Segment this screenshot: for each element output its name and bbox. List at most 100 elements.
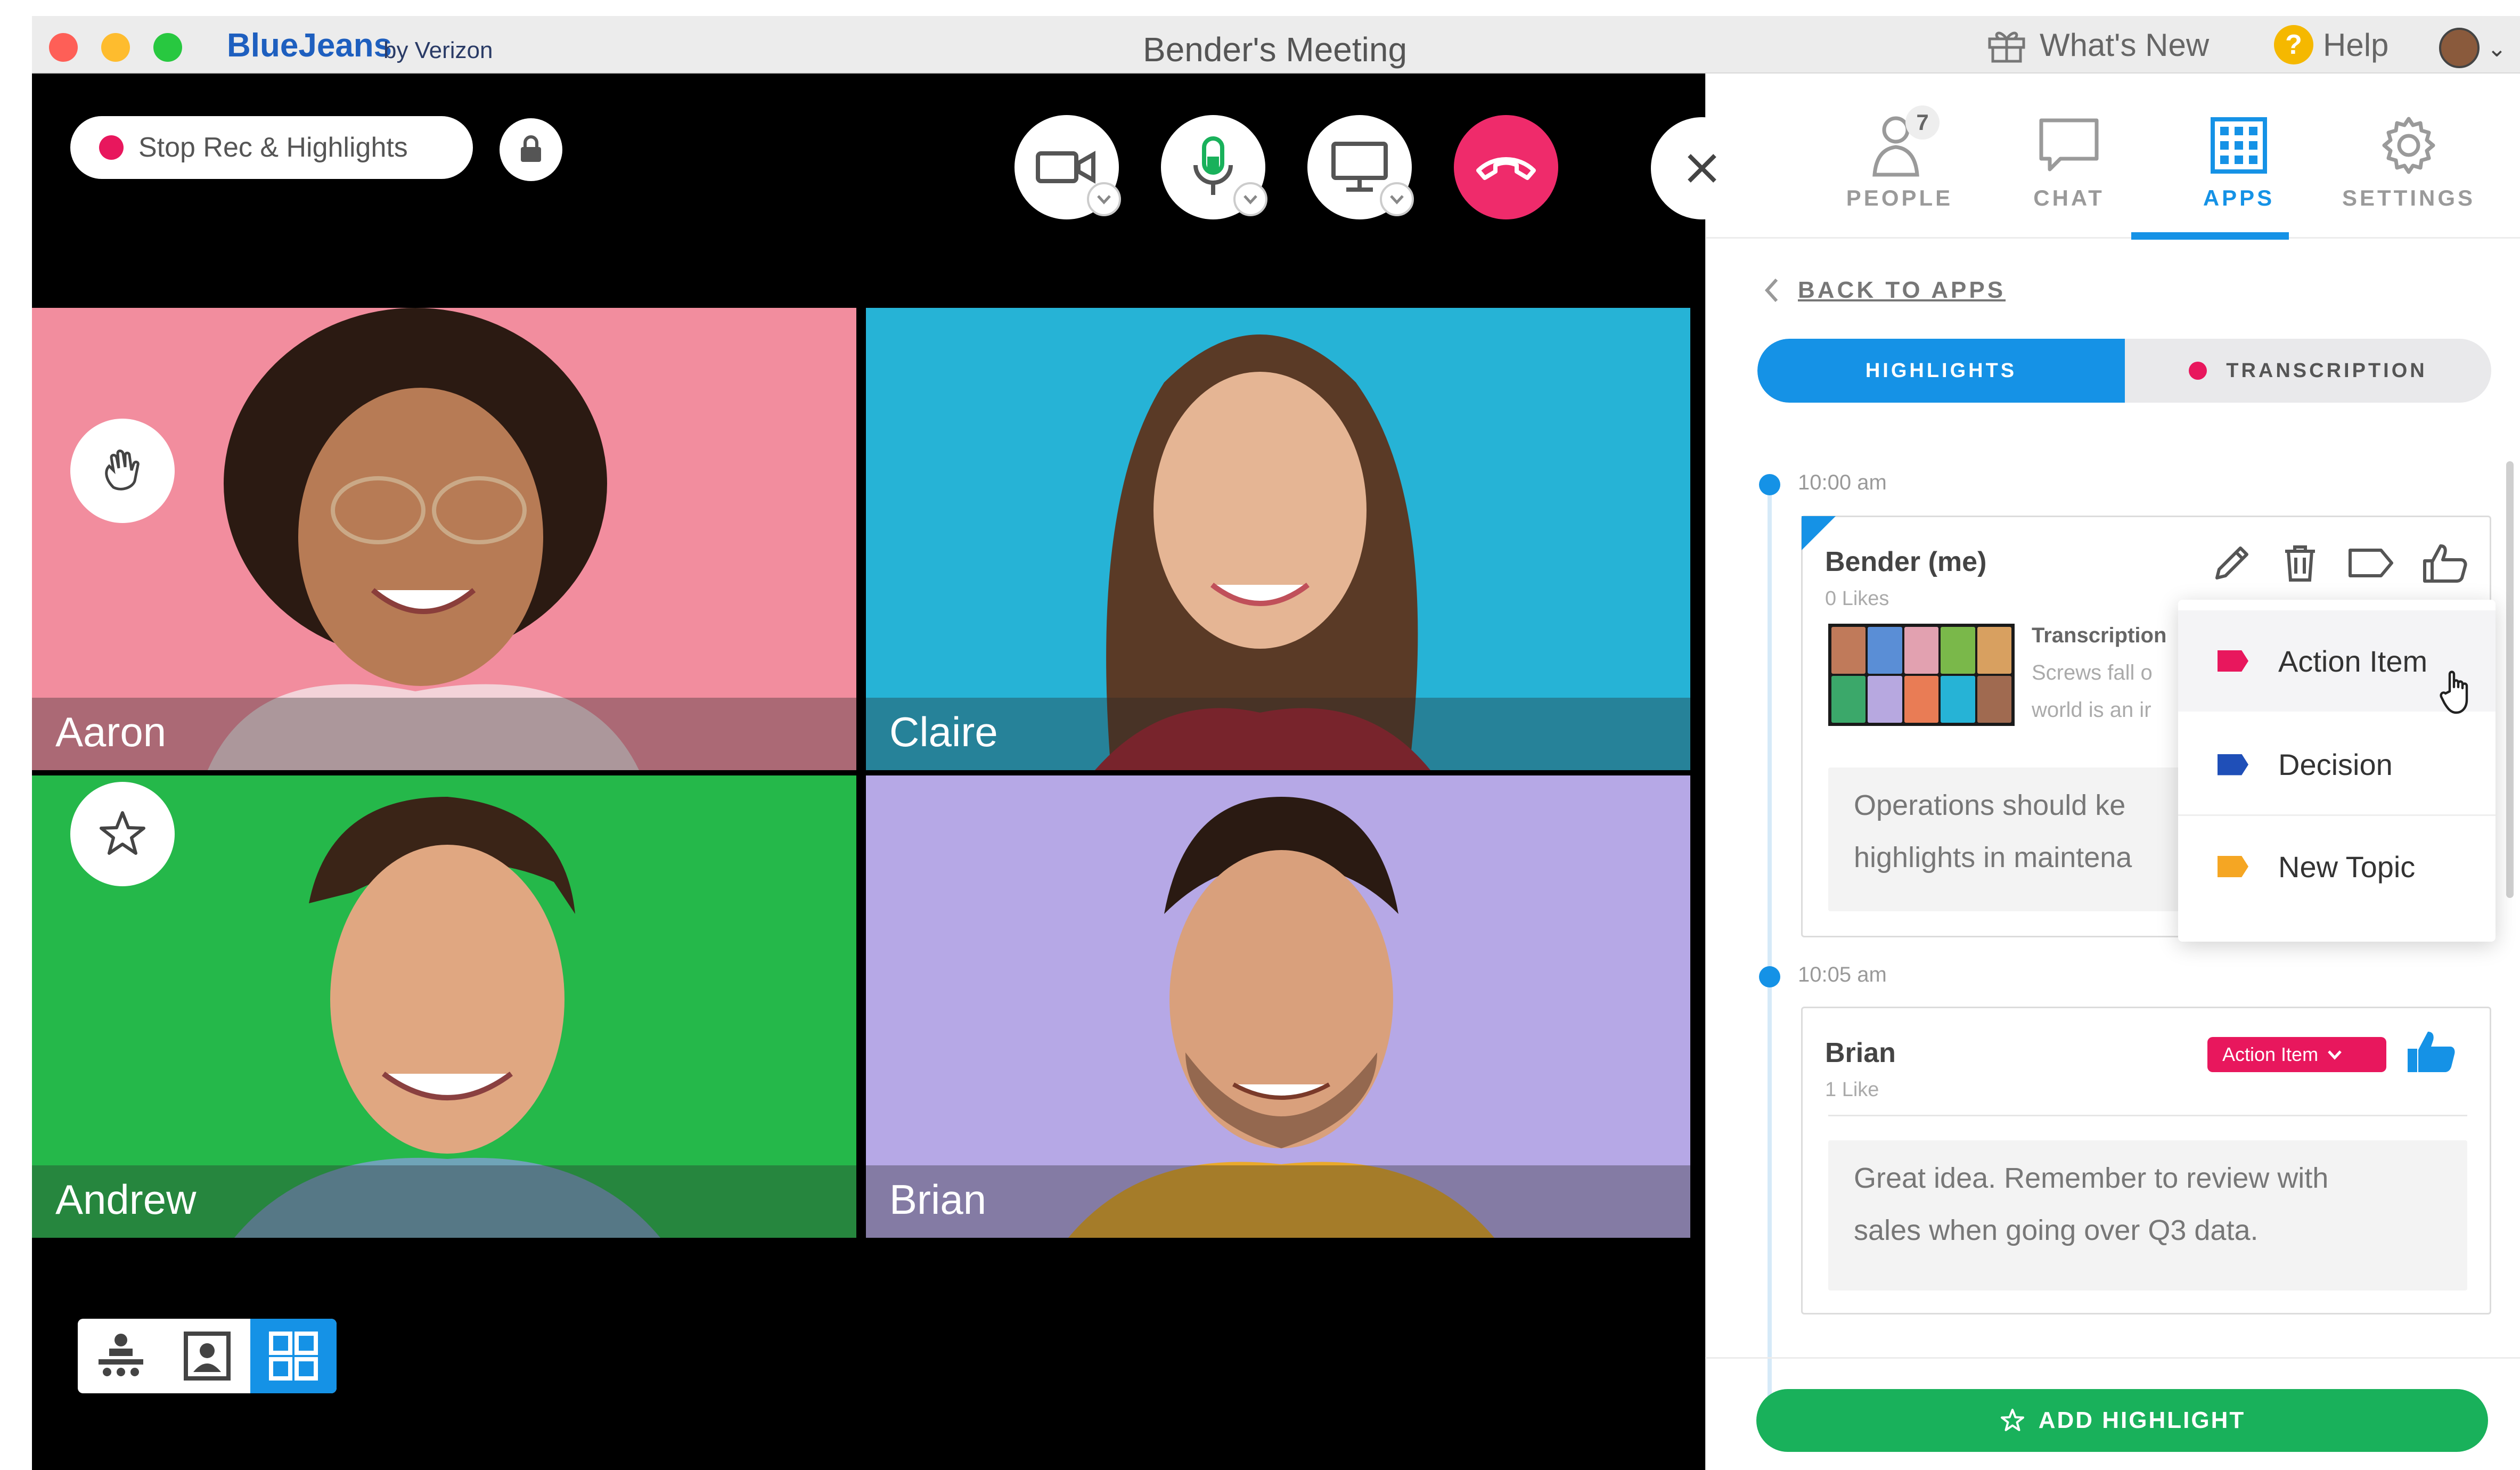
video-tile[interactable]: Aaron bbox=[32, 308, 856, 770]
thumbs-up-filled-icon[interactable] bbox=[2404, 1027, 2458, 1075]
microphone-icon bbox=[1193, 136, 1233, 195]
record-dot-icon bbox=[2189, 362, 2207, 380]
camera-icon bbox=[1036, 151, 1095, 184]
user-avatar[interactable] bbox=[2439, 28, 2480, 68]
active-tab-indicator bbox=[2131, 232, 2289, 240]
participant-name: Andrew bbox=[55, 1176, 197, 1223]
transcript-thumbnail bbox=[1828, 624, 2015, 726]
highlight-author: Bender (me) bbox=[1825, 546, 1987, 577]
back-to-apps-link[interactable]: BACK TO APPS bbox=[1764, 277, 2006, 304]
stop-recording-button[interactable]: Stop Rec & Highlights bbox=[70, 116, 473, 179]
tag-icon[interactable] bbox=[2347, 542, 2395, 584]
chat-icon bbox=[2039, 118, 2099, 172]
highlight-time: 10:05 am bbox=[1798, 963, 1887, 986]
highlight-text: Great idea. Remember to review with sale… bbox=[1828, 1140, 2467, 1291]
action-item-tag[interactable]: Action Item bbox=[2207, 1037, 2386, 1072]
participant-name: Aaron bbox=[55, 708, 167, 755]
highlight-author: Brian bbox=[1825, 1038, 1896, 1068]
apps-grid-icon bbox=[2211, 117, 2267, 174]
tag-menu-item-new-topic[interactable]: New Topic bbox=[2178, 816, 2496, 917]
layout-switcher bbox=[78, 1319, 337, 1393]
timeline-line bbox=[1768, 484, 1772, 1410]
whats-new-label: What's New bbox=[2040, 27, 2210, 63]
video-tile[interactable]: Claire bbox=[866, 308, 1690, 770]
tag-menu-label: Decision bbox=[2278, 748, 2393, 781]
trash-icon[interactable] bbox=[2279, 542, 2321, 584]
highlight-likes: 1 Like bbox=[1825, 1079, 1879, 1101]
segment-transcription[interactable]: TRANSCRIPTION bbox=[2125, 339, 2491, 403]
tag-menu-item-decision[interactable]: Decision bbox=[2178, 715, 2496, 816]
window-title: Bender's Meeting bbox=[1143, 30, 1408, 69]
gear-icon bbox=[2382, 117, 2435, 174]
tab-chat[interactable]: CHAT bbox=[1992, 105, 2146, 211]
participant-name: Claire bbox=[889, 708, 998, 755]
stop-recording-label: Stop Rec & Highlights bbox=[138, 132, 408, 163]
microphone-options-button[interactable] bbox=[1233, 182, 1267, 216]
speaker-view-icon bbox=[184, 1332, 231, 1381]
highlights-segment-control: HIGHLIGHTS TRANSCRIPTION bbox=[1757, 339, 2491, 403]
microphone-button[interactable] bbox=[1161, 115, 1267, 219]
tab-people[interactable]: 7 PEOPLE bbox=[1822, 105, 1977, 211]
star-icon bbox=[2000, 1409, 2024, 1431]
screen-share-button[interactable] bbox=[1307, 115, 1414, 219]
transcript-title: Transcription bbox=[2032, 624, 2167, 647]
panel-tabs: 7 PEOPLE CHAT APPS SETTINGS bbox=[1706, 74, 2520, 240]
tab-people-label: PEOPLE bbox=[1846, 185, 1953, 210]
layout-speaker-view-button[interactable] bbox=[164, 1319, 250, 1393]
timeline-dot bbox=[1759, 474, 1780, 495]
chevron-down-icon bbox=[1243, 195, 1257, 205]
layout-people-view-button[interactable] bbox=[78, 1319, 164, 1393]
lock-icon bbox=[521, 135, 541, 162]
hang-up-button[interactable] bbox=[1454, 115, 1558, 219]
bookmark-flag-icon bbox=[1802, 516, 1836, 550]
pencil-icon[interactable] bbox=[2211, 542, 2253, 584]
hand-wave-icon bbox=[105, 450, 140, 491]
back-to-apps-label: BACK TO APPS bbox=[1798, 277, 2006, 303]
brand-logo: BlueJeans bbox=[227, 27, 392, 64]
screen-share-options-button[interactable] bbox=[1380, 182, 1414, 216]
zoom-window-button[interactable] bbox=[153, 33, 182, 62]
tag-menu-label: New Topic bbox=[2278, 850, 2416, 884]
help-label: Help bbox=[2323, 27, 2389, 63]
bluejeans-window: BlueJeans by Verizon Bender's Meeting Wh… bbox=[0, 0, 2520, 1470]
video-tile[interactable]: Brian bbox=[866, 775, 1690, 1238]
add-highlight-button[interactable]: ADD HIGHLIGHT bbox=[1756, 1389, 2488, 1452]
hand-cursor-icon bbox=[2440, 671, 2468, 714]
highlight-time: 10:00 am bbox=[1798, 471, 1887, 494]
favorite-button[interactable] bbox=[70, 782, 175, 886]
people-view-icon bbox=[99, 1334, 143, 1376]
transcript-line: Screws fall o bbox=[2032, 661, 2153, 684]
close-window-button[interactable] bbox=[49, 33, 78, 62]
chevron-left-icon bbox=[1764, 278, 1778, 303]
highlight-card: Brian 1 Like Action Item Great idea. Rem… bbox=[1801, 1007, 2491, 1314]
panel-scrollbar[interactable] bbox=[2506, 461, 2514, 898]
close-panel-button[interactable] bbox=[1651, 117, 1753, 219]
whats-new-button[interactable]: What's New bbox=[1986, 23, 2209, 66]
tab-settings[interactable]: SETTINGS bbox=[2331, 105, 2486, 211]
chevron-down-icon bbox=[1390, 195, 1404, 205]
tag-swatch-icon bbox=[2218, 856, 2248, 877]
thumbs-up-icon[interactable] bbox=[2420, 542, 2468, 584]
segment-highlights[interactable]: HIGHLIGHTS bbox=[1757, 339, 2125, 403]
camera-options-button[interactable] bbox=[1087, 182, 1121, 216]
minimize-window-button[interactable] bbox=[101, 33, 130, 62]
timeline-dot bbox=[1759, 966, 1780, 987]
tab-settings-label: SETTINGS bbox=[2342, 185, 2476, 210]
layout-gallery-view-button[interactable] bbox=[250, 1319, 337, 1393]
highlight-likes: 0 Likes bbox=[1825, 587, 1889, 610]
monitor-icon bbox=[1331, 142, 1388, 192]
segment-transcription-label: TRANSCRIPTION bbox=[2226, 359, 2427, 382]
chevron-down-icon bbox=[1097, 195, 1111, 205]
chevron-down-icon bbox=[2328, 1050, 2342, 1060]
add-highlight-label: ADD HIGHLIGHT bbox=[2038, 1407, 2246, 1433]
lock-meeting-button[interactable] bbox=[500, 118, 562, 181]
people-count-badge: 7 bbox=[1905, 105, 1940, 140]
brand-sub: by Verizon bbox=[383, 37, 493, 63]
chevron-down-icon[interactable]: ⌄ bbox=[2487, 35, 2507, 62]
raise-hand-button[interactable] bbox=[70, 419, 175, 523]
help-button[interactable]: ? Help bbox=[2274, 23, 2388, 66]
tag-swatch-icon bbox=[2218, 754, 2248, 775]
tab-apps[interactable]: APPS bbox=[2162, 105, 2316, 211]
camera-button[interactable] bbox=[1014, 115, 1121, 219]
tag-menu-label: Action Item bbox=[2278, 644, 2428, 678]
